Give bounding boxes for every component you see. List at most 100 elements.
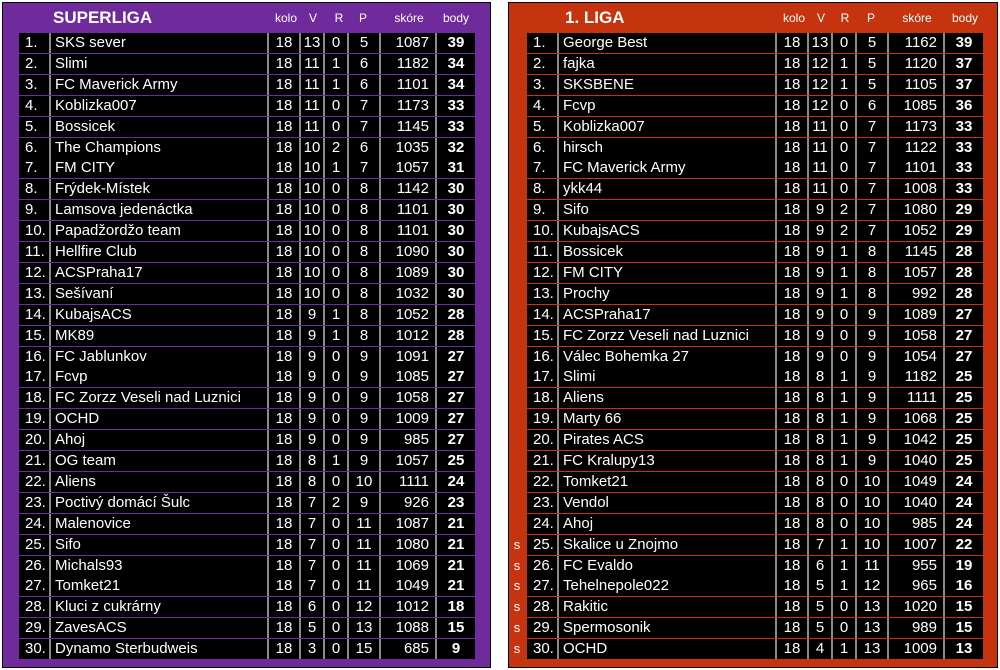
score-cell: 1085 [887, 95, 943, 116]
draws-cell: 0 [323, 555, 347, 576]
kolo-cell: 18 [775, 430, 807, 451]
losses-cell: 7 [855, 158, 887, 179]
draws-cell: 0 [831, 346, 855, 367]
score-cell: 1008 [887, 179, 943, 200]
kolo-cell: 18 [775, 137, 807, 158]
points-cell: 33 [943, 116, 983, 137]
table-row: 14. KubajsACS 18 9 1 8 1052 28 [3, 304, 490, 325]
points-cell: 27 [435, 409, 475, 430]
score-cell: 1142 [379, 179, 435, 200]
kolo-cell: 18 [267, 325, 299, 346]
draws-cell: 0 [831, 492, 855, 513]
col-v-header: V [308, 11, 317, 25]
kolo-cell: 18 [775, 33, 807, 53]
table-row: 13. Sešívaní 18 10 0 8 1032 30 [3, 283, 490, 304]
rank-cell: 9. [527, 200, 557, 221]
rank-cell: 23. [19, 492, 49, 513]
score-cell: 1122 [887, 137, 943, 158]
col-kolo-header: kolo [274, 11, 297, 25]
score-cell: 1020 [887, 597, 943, 618]
rank-cell: 7. [19, 158, 49, 179]
losses-cell: 9 [347, 430, 379, 451]
relegation-marker [509, 305, 525, 325]
team-name-cell: Spermosonik [557, 618, 775, 639]
kolo-cell: 18 [775, 53, 807, 74]
kolo-cell: 18 [267, 451, 299, 471]
losses-cell: 9 [347, 409, 379, 430]
wins-cell: 11 [299, 116, 323, 137]
points-cell: 30 [435, 262, 475, 283]
score-cell: 1040 [887, 451, 943, 471]
losses-cell: 7 [347, 158, 379, 179]
draws-cell: 1 [323, 451, 347, 471]
rank-cell: 24. [527, 513, 557, 534]
col-body-header: body [442, 11, 470, 25]
wins-cell: 8 [807, 451, 831, 471]
table-row: 5. Koblizka007 18 11 0 7 1173 33 [509, 116, 997, 137]
kolo-cell: 18 [267, 618, 299, 639]
points-cell: 24 [943, 471, 983, 492]
draws-cell: 1 [323, 304, 347, 325]
col-body-header: body [951, 11, 979, 25]
relegation-marker [509, 200, 525, 220]
wins-cell: 10 [299, 179, 323, 200]
relegation-marker: s [513, 620, 521, 636]
draws-cell: 0 [831, 158, 855, 179]
losses-cell: 15 [347, 639, 379, 660]
relegation-marker [509, 138, 525, 158]
draws-cell: 0 [323, 367, 347, 388]
score-cell: 1087 [379, 513, 435, 534]
kolo-cell: 18 [775, 388, 807, 409]
points-cell: 28 [943, 262, 983, 283]
rank-cell: 18. [527, 388, 557, 409]
score-cell: 1091 [379, 346, 435, 367]
points-cell: 25 [943, 409, 983, 430]
team-name-cell: Frýdek-Místek [49, 179, 267, 200]
team-name-cell: KubajsACS [557, 221, 775, 242]
table-row: 12. ACSPraha17 18 10 0 8 1089 30 [3, 262, 490, 283]
kolo-cell: 18 [267, 346, 299, 367]
table-row: 6. The Champions 18 10 2 6 1035 32 [3, 137, 490, 158]
wins-cell: 7 [299, 576, 323, 597]
table-row: 13. Prochy 18 9 1 8 992 28 [509, 283, 997, 304]
kolo-cell: 18 [775, 471, 807, 492]
kolo-cell: 18 [267, 262, 299, 283]
table-row: 15. MK89 18 9 1 8 1012 28 [3, 325, 490, 346]
points-cell: 34 [435, 53, 475, 74]
losses-cell: 8 [347, 242, 379, 262]
wins-cell: 8 [807, 409, 831, 430]
kolo-cell: 18 [267, 304, 299, 325]
points-cell: 9 [435, 639, 475, 660]
rank-cell: 27. [19, 576, 49, 597]
kolo-cell: 18 [267, 53, 299, 74]
score-cell: 1089 [379, 262, 435, 283]
draws-cell: 1 [831, 430, 855, 451]
points-cell: 27 [435, 388, 475, 409]
losses-cell: 13 [855, 639, 887, 660]
wins-cell: 11 [299, 53, 323, 74]
team-name-cell: Vendol [557, 492, 775, 513]
rank-cell: 12. [527, 262, 557, 283]
draws-cell: 0 [323, 116, 347, 137]
points-cell: 30 [435, 179, 475, 200]
kolo-cell: 18 [267, 576, 299, 597]
kolo-cell: 18 [267, 74, 299, 95]
rank-cell: 24. [19, 513, 49, 534]
kolo-cell: 18 [267, 471, 299, 492]
relegation-marker [509, 117, 525, 137]
rank-cell: 16. [19, 346, 49, 367]
points-cell: 32 [435, 137, 475, 158]
table-row: 9. Lamsova jedenáctka 18 10 0 8 1101 30 [3, 200, 490, 221]
wins-cell: 7 [299, 555, 323, 576]
table-row: 23. Vendol 18 8 0 10 1040 24 [509, 492, 997, 513]
table-row: 3. FC Maverick Army 18 11 1 6 1101 34 [3, 74, 490, 95]
team-name-cell: SKS sever [49, 33, 267, 53]
table-row: 2. Slimi 18 11 1 6 1182 34 [3, 53, 490, 74]
kolo-cell: 18 [775, 221, 807, 242]
draws-cell: 0 [323, 513, 347, 534]
losses-cell: 8 [855, 242, 887, 262]
team-name-cell: Kluci z cukrárny [49, 597, 267, 618]
wins-cell: 10 [299, 137, 323, 158]
kolo-cell: 18 [775, 325, 807, 346]
losses-cell: 11 [347, 555, 379, 576]
